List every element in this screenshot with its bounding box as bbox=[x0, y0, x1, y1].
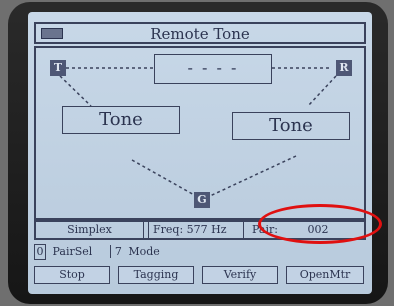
mode-status: Simplex bbox=[36, 222, 144, 238]
pairsel-number: 0 bbox=[34, 244, 46, 260]
screen-title: Remote Tone bbox=[150, 25, 250, 43]
t-node-icon: T bbox=[50, 60, 66, 76]
lcd-screen: Remote Tone T R G - - - - Tone Tone Simp… bbox=[28, 12, 372, 294]
info-row: 0 PairSel 7 Mode bbox=[34, 244, 366, 262]
softkey-bar: Stop Tagging Verify OpenMtr bbox=[34, 266, 366, 286]
stop-button[interactable]: Stop bbox=[34, 266, 110, 284]
frequency-readout: Freq: 577 Hz bbox=[148, 222, 244, 238]
tagging-button[interactable]: Tagging bbox=[118, 266, 194, 284]
left-tone-box: Tone bbox=[62, 106, 180, 134]
tone-diagram: T R G - - - - Tone Tone bbox=[34, 46, 366, 220]
r-node-icon: R bbox=[336, 60, 352, 76]
right-tone-box: Tone bbox=[232, 112, 350, 140]
mode-label[interactable]: Mode bbox=[128, 245, 159, 258]
verify-button[interactable]: Verify bbox=[202, 266, 278, 284]
center-display: - - - - bbox=[154, 54, 272, 84]
mode-number: 7 bbox=[109, 245, 122, 258]
openmtr-button[interactable]: OpenMtr bbox=[286, 266, 364, 284]
title-bar: Remote Tone bbox=[34, 22, 366, 44]
pair-highlight-ellipse bbox=[258, 204, 382, 244]
pairsel-label[interactable]: PairSel bbox=[53, 245, 93, 258]
g-node-icon: G bbox=[194, 192, 210, 208]
